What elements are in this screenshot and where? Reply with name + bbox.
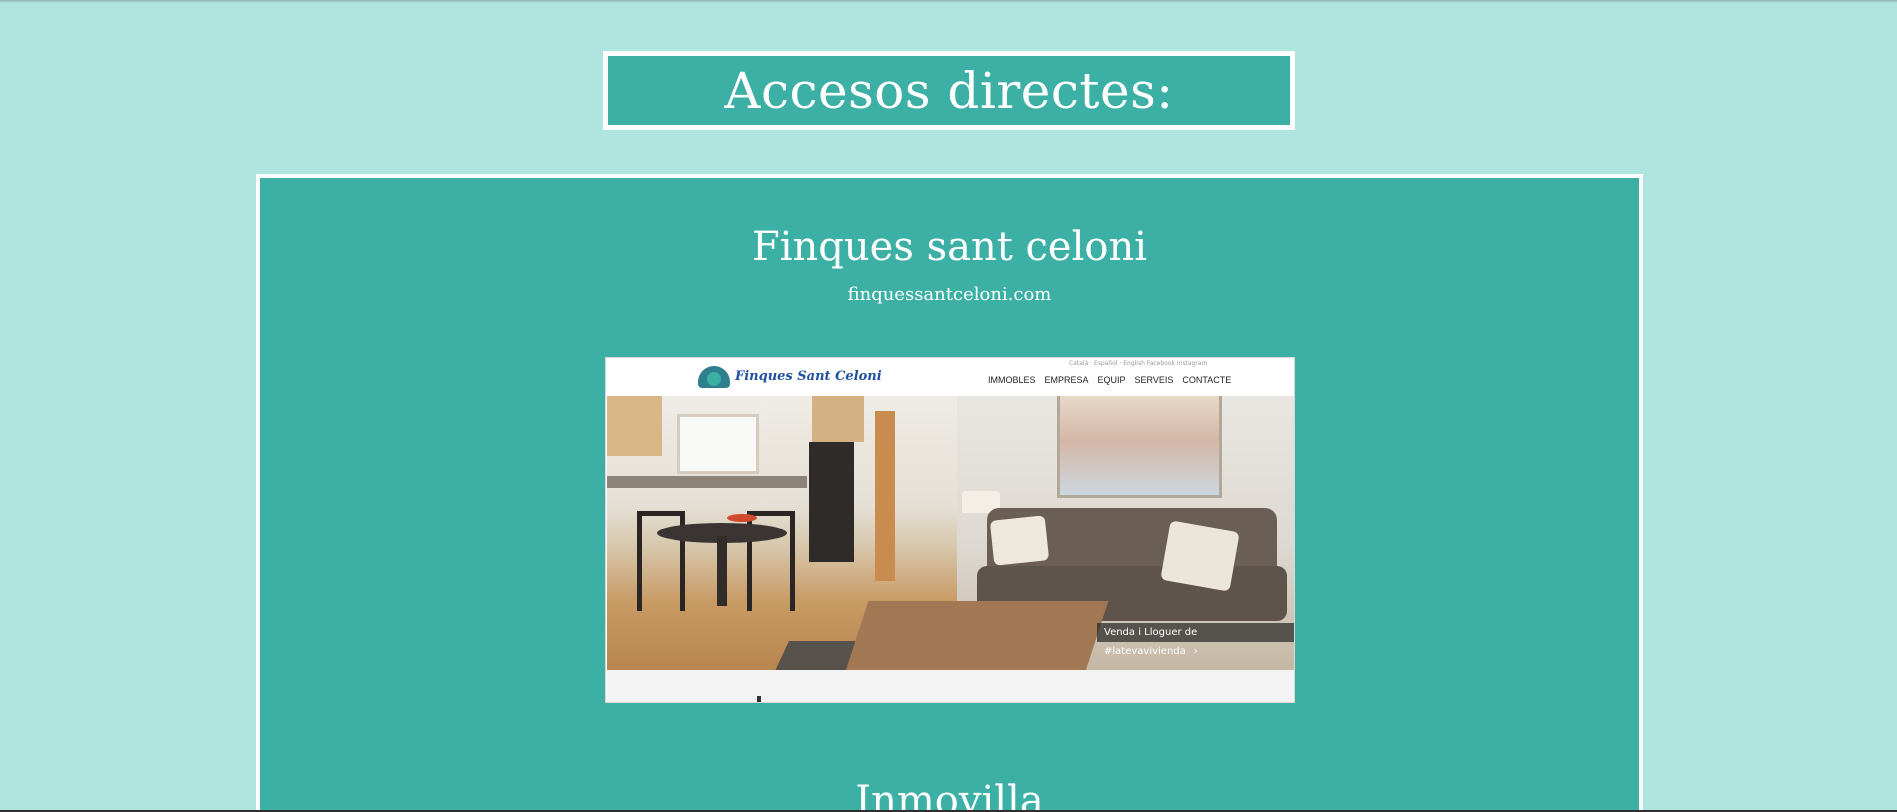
preview-nav-item: SERVEIS — [1134, 375, 1174, 385]
preview-nav-item: IMMOBLES — [988, 375, 1036, 385]
card-title-finques[interactable]: Finques sant celoni — [260, 224, 1639, 270]
photo-cabinet — [607, 396, 662, 456]
preview-caption: Venda i Lloguer de #latevavivienda › — [1097, 623, 1294, 657]
preview-nav-item: CONTACTE — [1182, 375, 1232, 385]
photo-pillow — [1160, 520, 1240, 592]
photo-counter — [607, 476, 807, 488]
photo-cabinet — [812, 396, 864, 442]
photo-window — [677, 414, 759, 474]
site-logo-icon — [698, 366, 730, 388]
interior-photo: Venda i Lloguer de #latevavivienda › — [607, 396, 1294, 670]
shortcuts-header: Accesos directes: — [603, 51, 1295, 130]
card-url-finques[interactable]: finquessantceloni.com — [260, 284, 1639, 305]
preview-caption-text: Venda i Lloguer de #latevavivienda — [1104, 627, 1198, 657]
photo-fruit-bowl — [727, 514, 757, 522]
preview-nav: IMMOBLES EMPRESA EQUIP SERVEIS CONTACTE — [988, 375, 1231, 385]
site-preview-finques[interactable]: Finques Sant Celoni Català · Español · E… — [605, 357, 1295, 703]
preview-bottom-strip — [607, 670, 1295, 703]
photo-door — [875, 411, 895, 581]
preview-nav-item: EMPRESA — [1044, 375, 1089, 385]
preview-nav-item: EQUIP — [1097, 375, 1126, 385]
strip-divider — [607, 702, 1295, 703]
chevron-right-icon: › — [1193, 646, 1198, 657]
photo-pillow — [989, 515, 1050, 566]
photo-table-leg — [717, 536, 727, 606]
preview-languages: Català · Español · English Facebook Inst… — [1069, 360, 1208, 367]
photo-coffee-table — [845, 601, 1109, 670]
preview-site-header: Finques Sant Celoni Català · Español · E… — [606, 358, 1294, 396]
card-title-inmovilla[interactable]: Inmovilla — [260, 778, 1639, 812]
photo-painting — [1057, 396, 1222, 498]
shortcuts-panel: Finques sant celoni finquessantceloni.co… — [256, 174, 1643, 812]
page-title: Accesos directes: — [724, 61, 1174, 120]
preview-brand: Finques Sant Celoni — [735, 369, 882, 384]
photo-fridge — [809, 442, 854, 562]
top-shadow — [0, 0, 1897, 3]
